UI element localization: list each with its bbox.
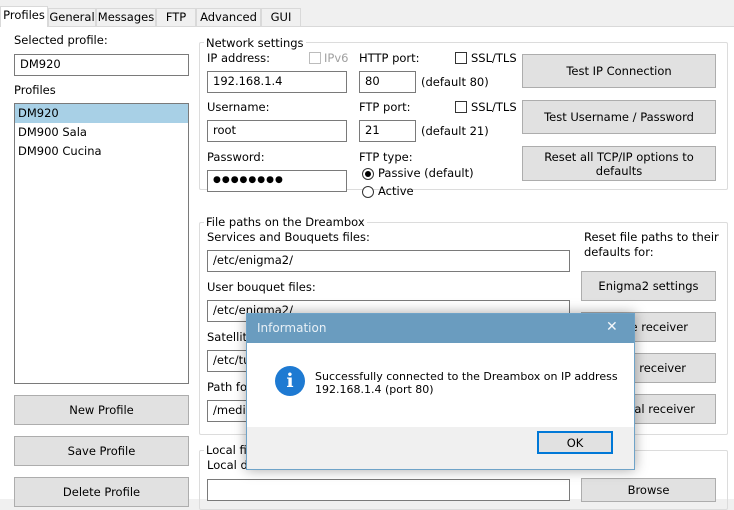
ftp-default-label: (default 21)	[421, 124, 489, 138]
password-label: Password:	[207, 150, 265, 164]
username-label: Username:	[207, 100, 270, 114]
information-dialog: Information ✕ i Successfully connected t…	[246, 313, 635, 470]
new-profile-button[interactable]: New Profile	[14, 395, 189, 425]
path-for-label: Path fo	[207, 380, 248, 394]
passive-radio[interactable]	[362, 168, 374, 180]
ssl-tls-http-label: SSL/TLS	[471, 51, 517, 65]
tab-gui[interactable]: GUI	[261, 8, 301, 26]
user-bouquet-label: User bouquet files:	[207, 280, 316, 294]
ftp-port-input[interactable]: 21	[359, 120, 416, 142]
reset-file-paths-label: Reset file paths to their defaults for:	[584, 230, 719, 259]
ip-address-input[interactable]: 192.168.1.4	[207, 71, 347, 93]
http-default-label: (default 80)	[421, 75, 489, 89]
ipv6-checkbox[interactable]	[309, 52, 321, 64]
active-radio[interactable]	[362, 186, 374, 198]
http-port-input[interactable]: 80	[359, 71, 416, 93]
services-bouquets-input[interactable]: /etc/enigma2/	[207, 250, 570, 272]
list-item[interactable]: DM900 Sala	[15, 123, 188, 142]
selected-profile-field[interactable]: DM920	[14, 54, 189, 76]
profiles-list-label: Profiles	[14, 83, 56, 97]
list-item[interactable]: DM920	[15, 104, 188, 123]
save-profile-button[interactable]: Save Profile	[14, 436, 189, 466]
tab-general[interactable]: General	[48, 8, 96, 26]
enigma2-settings-button[interactable]: Enigma2 settings	[581, 271, 716, 301]
tab-profiles[interactable]: Profiles	[0, 6, 48, 27]
file-paths-legend: File paths on the Dreambox	[204, 215, 367, 229]
ftp-port-label: FTP port:	[359, 100, 411, 114]
dialog-message: Successfully connected to the Dreambox o…	[315, 370, 618, 396]
delete-profile-button[interactable]: Delete Profile	[14, 477, 189, 507]
ip-address-label: IP address:	[207, 51, 271, 65]
dialog-message-line2: 192.168.1.4 (port 80)	[315, 383, 434, 396]
tab-advanced[interactable]: Advanced	[196, 8, 261, 26]
list-item[interactable]: DM900 Cucina	[15, 142, 188, 161]
local-directory-input[interactable]	[207, 479, 570, 501]
active-label: Active	[378, 184, 414, 198]
reset-tcpip-button[interactable]: Reset all TCP/IP options to defaults	[522, 146, 716, 181]
information-icon: i	[275, 366, 305, 396]
local-directory-label: Local d	[207, 458, 248, 472]
profiles-list[interactable]: DM920 DM900 Sala DM900 Cucina	[14, 103, 189, 384]
http-port-label: HTTP port:	[359, 51, 420, 65]
password-input[interactable]: ●●●●●●●●	[207, 170, 347, 192]
dialog-body: i Successfully connected to the Dreambox…	[247, 343, 634, 427]
local-files-legend: Local fi	[204, 443, 249, 457]
dialog-title-bar[interactable]: Information ✕	[247, 314, 634, 343]
test-ip-connection-button[interactable]: Test IP Connection	[522, 54, 716, 88]
dialog-message-line1: Successfully connected to the Dreambox o…	[315, 370, 618, 383]
ftp-type-label: FTP type:	[359, 150, 413, 164]
close-icon[interactable]: ✕	[606, 319, 618, 335]
selected-profile-label: Selected profile:	[14, 33, 108, 47]
ssl-tls-ftp-label: SSL/TLS	[471, 100, 517, 114]
dialog-title: Information	[257, 321, 327, 335]
passive-label: Passive (default)	[378, 166, 474, 180]
tab-messages[interactable]: Messages	[96, 8, 156, 26]
network-settings-legend: Network settings	[204, 36, 306, 50]
tab-ftp[interactable]: FTP	[156, 8, 196, 26]
test-username-password-button[interactable]: Test Username / Password	[522, 100, 716, 134]
services-bouquets-label: Services and Bouquets files:	[207, 230, 370, 244]
ok-button[interactable]: OK	[537, 431, 613, 454]
ssl-tls-http-checkbox[interactable]	[455, 52, 467, 64]
ssl-tls-ftp-checkbox[interactable]	[455, 101, 467, 113]
ipv6-label: IPv6	[324, 51, 349, 65]
username-input[interactable]: root	[207, 120, 347, 142]
browse-button[interactable]: Browse	[581, 478, 716, 502]
